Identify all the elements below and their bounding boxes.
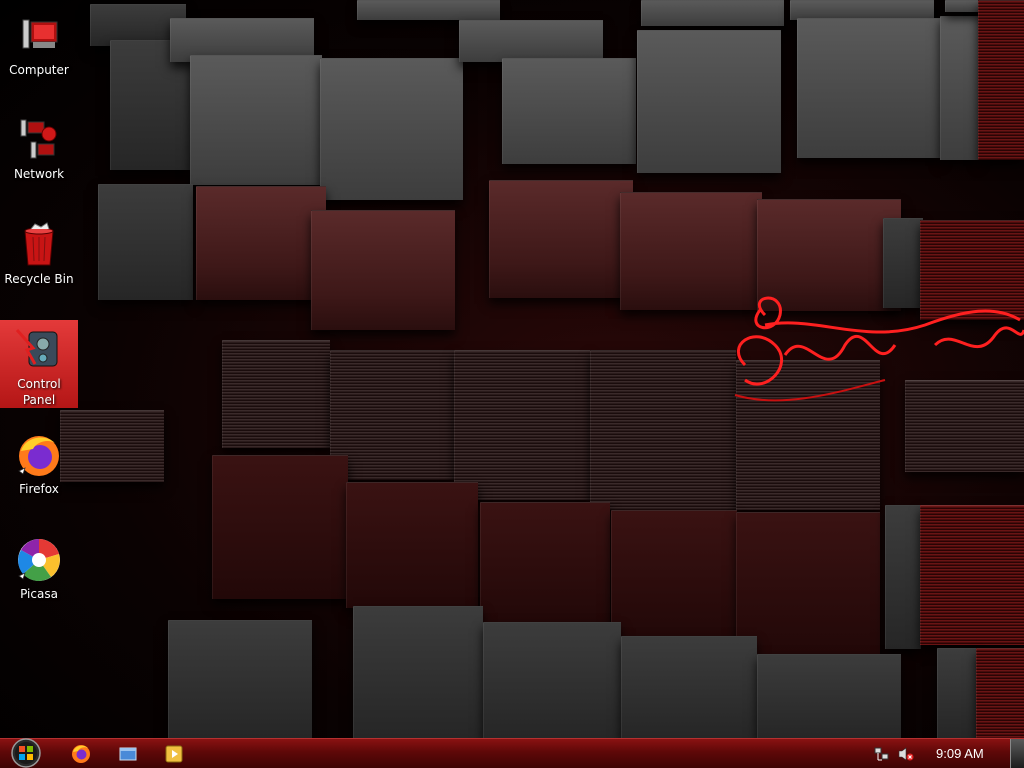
desktop-icon-label: Computer: [9, 63, 69, 77]
firefox-icon: [72, 745, 90, 763]
desktop-icon-network[interactable]: Network: [0, 110, 78, 198]
desktop-wallpaper: [0, 0, 1024, 738]
quick-launch-firefox[interactable]: [70, 743, 92, 765]
desktop-icon-label: Control Panel: [17, 377, 61, 407]
picasa-icon: [18, 539, 60, 582]
recycle-bin-icon: [24, 222, 54, 266]
desktop-icon-label: Network: [13, 167, 65, 181]
quick-launch-media-player[interactable]: [163, 743, 185, 765]
desktop-icon-computer[interactable]: Computer: [0, 6, 78, 94]
control-panel-icon: [15, 329, 58, 367]
network-status-icon: [874, 747, 889, 761]
desktop-icon-control-panel[interactable]: Control Panel: [0, 320, 78, 408]
desktop-icon-label: Recycle Bin: [4, 272, 74, 286]
desktop-icon-picasa[interactable]: Picasa: [0, 530, 78, 618]
desktop-icon-firefox[interactable]: Firefox: [0, 425, 78, 513]
start-button[interactable]: [8, 737, 44, 768]
network-icon: [20, 119, 57, 159]
firefox-icon: [18, 436, 59, 476]
media-player-icon: [165, 745, 183, 763]
taskbar-clock[interactable]: 9:09 AM: [936, 746, 984, 761]
windows-orb-icon: [11, 738, 41, 768]
desktop-icon-label: Firefox: [19, 482, 59, 496]
system-tray: 9:09 AM: [866, 739, 1010, 768]
quick-launch-show-desktop[interactable]: [117, 743, 139, 765]
network-status-button[interactable]: [874, 746, 890, 762]
desktop-icon-recycle-bin[interactable]: Recycle Bin: [0, 215, 78, 303]
taskbar: 9:09 AM: [0, 738, 1024, 768]
computer-icon: [22, 19, 58, 49]
wallpaper-script-decoration: [734, 296, 1024, 402]
show-desktop-icon: [119, 747, 137, 761]
show-desktop-strip[interactable]: [1010, 739, 1024, 768]
volume-muted-icon: [898, 747, 914, 761]
desktop-icon-label: Picasa: [20, 587, 58, 601]
volume-button[interactable]: [898, 746, 914, 762]
